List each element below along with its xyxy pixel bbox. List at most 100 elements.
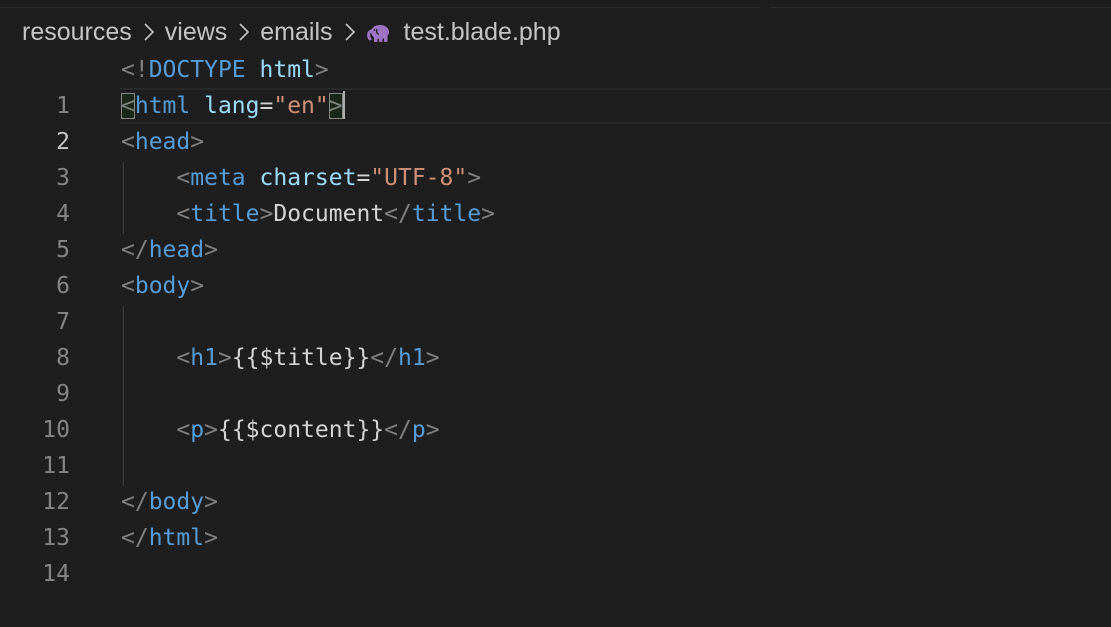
bracket: > <box>481 201 495 227</box>
line-content: <meta charset="UTF-8"> <box>121 160 481 196</box>
code-line[interactable]: 13 </body> <box>0 484 1111 551</box>
code-line[interactable]: 3 <head> <box>0 124 1111 191</box>
bracket: < <box>121 129 135 155</box>
tag-name: title <box>411 201 482 227</box>
bracket: > <box>467 165 482 191</box>
equals-sign: = <box>356 165 371 191</box>
bracket: </ <box>384 201 412 227</box>
code-line[interactable]: 10 <box>0 376 1111 443</box>
tag-name: head <box>134 129 191 155</box>
tag-name: head <box>148 237 205 263</box>
code-line-active[interactable]: 2 <html lang="en"> <box>0 88 1111 155</box>
php-elephant-icon <box>366 21 392 42</box>
code-area[interactable]: 1 <!DOCTYPE html> 2 <html lang="en"> 3 <… <box>0 52 1111 587</box>
blade-expression: {{$content}} <box>217 417 385 443</box>
tag-name: h1 <box>190 345 218 371</box>
line-content: <body> <box>121 268 204 304</box>
tag-name: meta <box>190 165 246 191</box>
line-content: </head> <box>121 232 218 268</box>
attribute-name: lang <box>204 93 260 119</box>
line-content: </html> <box>121 520 218 556</box>
bracket: > <box>425 417 440 443</box>
tag-name: html <box>134 93 191 119</box>
tag-name: p <box>190 417 205 443</box>
attribute-value: "en" <box>273 93 329 119</box>
breadcrumb-file-name[interactable]: test.blade.php <box>404 18 561 47</box>
attribute-name: html <box>259 57 315 83</box>
chevron-right-icon <box>343 22 357 42</box>
line-content: <html lang="en"> <box>121 88 345 124</box>
line-content: </body> <box>121 484 218 520</box>
bracket: > <box>190 273 205 299</box>
code-line[interactable]: 7 <body> <box>0 268 1111 335</box>
chevron-right-icon <box>142 22 156 42</box>
bracket: < <box>176 417 191 443</box>
tag-name: html <box>148 525 205 551</box>
bracket: > <box>259 201 274 227</box>
bracket: > <box>204 417 218 443</box>
chevron-right-icon <box>237 22 251 42</box>
code-line[interactable]: 5 <title>Document</title> <box>0 196 1111 263</box>
line-content: <p>{{$content}}</p> <box>121 412 440 448</box>
text-content: Document <box>273 201 385 227</box>
bracket: > <box>204 489 218 515</box>
bracket: </ <box>121 489 149 515</box>
bracket: </ <box>384 417 412 443</box>
attribute-value: "UTF-8" <box>370 165 468 191</box>
doctype-keyword: DOCTYPE <box>148 57 246 83</box>
tab-strip-segment <box>0 0 760 8</box>
bracket: > <box>204 237 218 263</box>
tag-name: body <box>148 489 205 515</box>
line-content: <head> <box>121 124 204 160</box>
bracket: > <box>204 525 218 551</box>
bracket: > <box>425 345 440 371</box>
code-line[interactable]: 4 <meta charset="UTF-8"> <box>0 160 1111 227</box>
breadcrumb-item-resources[interactable]: resources <box>22 18 132 47</box>
line-content: <title>Document</title> <box>121 196 495 232</box>
line-number: 14 <box>42 561 70 587</box>
tab-strip-remnant <box>0 0 1111 8</box>
line-content: <!DOCTYPE html> <box>121 52 329 88</box>
blade-expression: {{$title}} <box>231 345 371 371</box>
bracket: < <box>121 273 135 299</box>
breadcrumb-item-emails[interactable]: emails <box>260 18 332 47</box>
line-content: <h1>{{$title}}</h1> <box>121 340 440 376</box>
tag-name: body <box>134 273 191 299</box>
breadcrumb-item-views[interactable]: views <box>165 18 228 47</box>
tab-strip-segment <box>770 0 1111 8</box>
code-line[interactable]: 8 <box>0 304 1111 371</box>
bracket: </ <box>370 345 398 371</box>
code-line[interactable]: 1 <!DOCTYPE html> <box>0 52 1111 119</box>
breadcrumb: resources views emails test.blade.php <box>22 14 561 50</box>
code-line[interactable]: 11 <p>{{$content}}</p> <box>0 412 1111 479</box>
bracket: </ <box>121 525 149 551</box>
bracket: < <box>176 201 191 227</box>
bracket: > <box>314 57 329 83</box>
tag-name: p <box>411 417 426 443</box>
bracket: < <box>176 345 191 371</box>
bracket: > <box>217 345 232 371</box>
code-line[interactable]: 9 <h1>{{$title}}</h1> <box>0 340 1111 407</box>
matched-bracket: > <box>328 93 343 119</box>
bracket: < <box>176 165 191 191</box>
bracket: <! <box>121 57 149 83</box>
tag-name: title <box>190 201 260 227</box>
code-editor: resources views emails test.blade.php 1 … <box>0 0 1111 627</box>
equals-sign: = <box>259 93 274 119</box>
tag-name: h1 <box>398 345 426 371</box>
attribute-name: charset <box>259 165 357 191</box>
code-line[interactable]: 12 <box>0 448 1111 515</box>
matched-bracket: < <box>121 93 135 119</box>
text-cursor <box>342 90 345 119</box>
bracket: > <box>190 129 205 155</box>
bracket: </ <box>121 237 149 263</box>
code-line[interactable]: 6 </head> <box>0 232 1111 299</box>
code-line[interactable]: 14 </html> <box>0 520 1111 587</box>
